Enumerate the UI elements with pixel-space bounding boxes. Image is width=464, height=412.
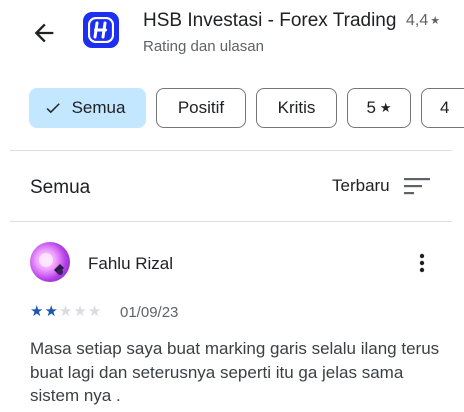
app-rating: 4,4 ★: [406, 10, 440, 32]
divider: [10, 150, 452, 151]
star-filled-icon: ★: [30, 303, 44, 320]
filter-chip-semua[interactable]: Semua: [29, 88, 146, 128]
star-icon: ★: [379, 100, 392, 115]
filter-chip-label: Semua: [71, 98, 126, 117]
divider: [10, 221, 452, 222]
app-title: HSB Investasi - Forex Trading: [143, 10, 397, 31]
star-filled-icon: ★: [44, 303, 58, 320]
more-vert-icon[interactable]: [412, 251, 432, 275]
filter-chip-kritis[interactable]: Kritis: [256, 88, 337, 128]
star-icon: ★: [430, 15, 441, 27]
filter-chip-5-star[interactable]: 5 ★: [347, 88, 411, 128]
app-icon: [83, 12, 119, 48]
review-date: 01/09/23: [120, 304, 179, 321]
app-logo-icon: [88, 17, 114, 43]
filter-chip-label: Kritis: [277, 98, 316, 117]
star-empty-icon: ★: [87, 303, 102, 320]
filter-chip-label: Positif: [177, 98, 225, 117]
page-subtitle: Rating dan ulasan: [143, 38, 264, 55]
filter-chip-label: 4: [440, 98, 450, 117]
sort-icon[interactable]: [404, 176, 430, 196]
sort-order-button[interactable]: Terbaru: [332, 176, 390, 196]
avatar-photo: [39, 253, 64, 275]
review-star-rating: ★ ★ ★ ★ ★: [30, 304, 101, 320]
star-empty-icon: ★: [58, 303, 73, 320]
star-empty-icon: ★: [73, 303, 87, 320]
reviewer-name: Fahlu Rizal: [88, 254, 174, 273]
review-text: Masa setiap saya buat marking garis sela…: [30, 339, 440, 405]
filter-chip-4-star[interactable]: 4: [421, 88, 464, 128]
check-icon: [46, 103, 60, 114]
filter-chip-positif[interactable]: Positif: [156, 88, 246, 128]
filter-chip-row: Semua Positif Kritis 5 ★ 4: [29, 88, 464, 128]
back-arrow-icon[interactable]: [30, 19, 58, 47]
filter-chip-label: 5: [366, 98, 376, 117]
app-rating-value: 4,4: [406, 12, 429, 29]
review-filter-label: Semua: [30, 177, 91, 198]
avatar: [30, 242, 70, 282]
